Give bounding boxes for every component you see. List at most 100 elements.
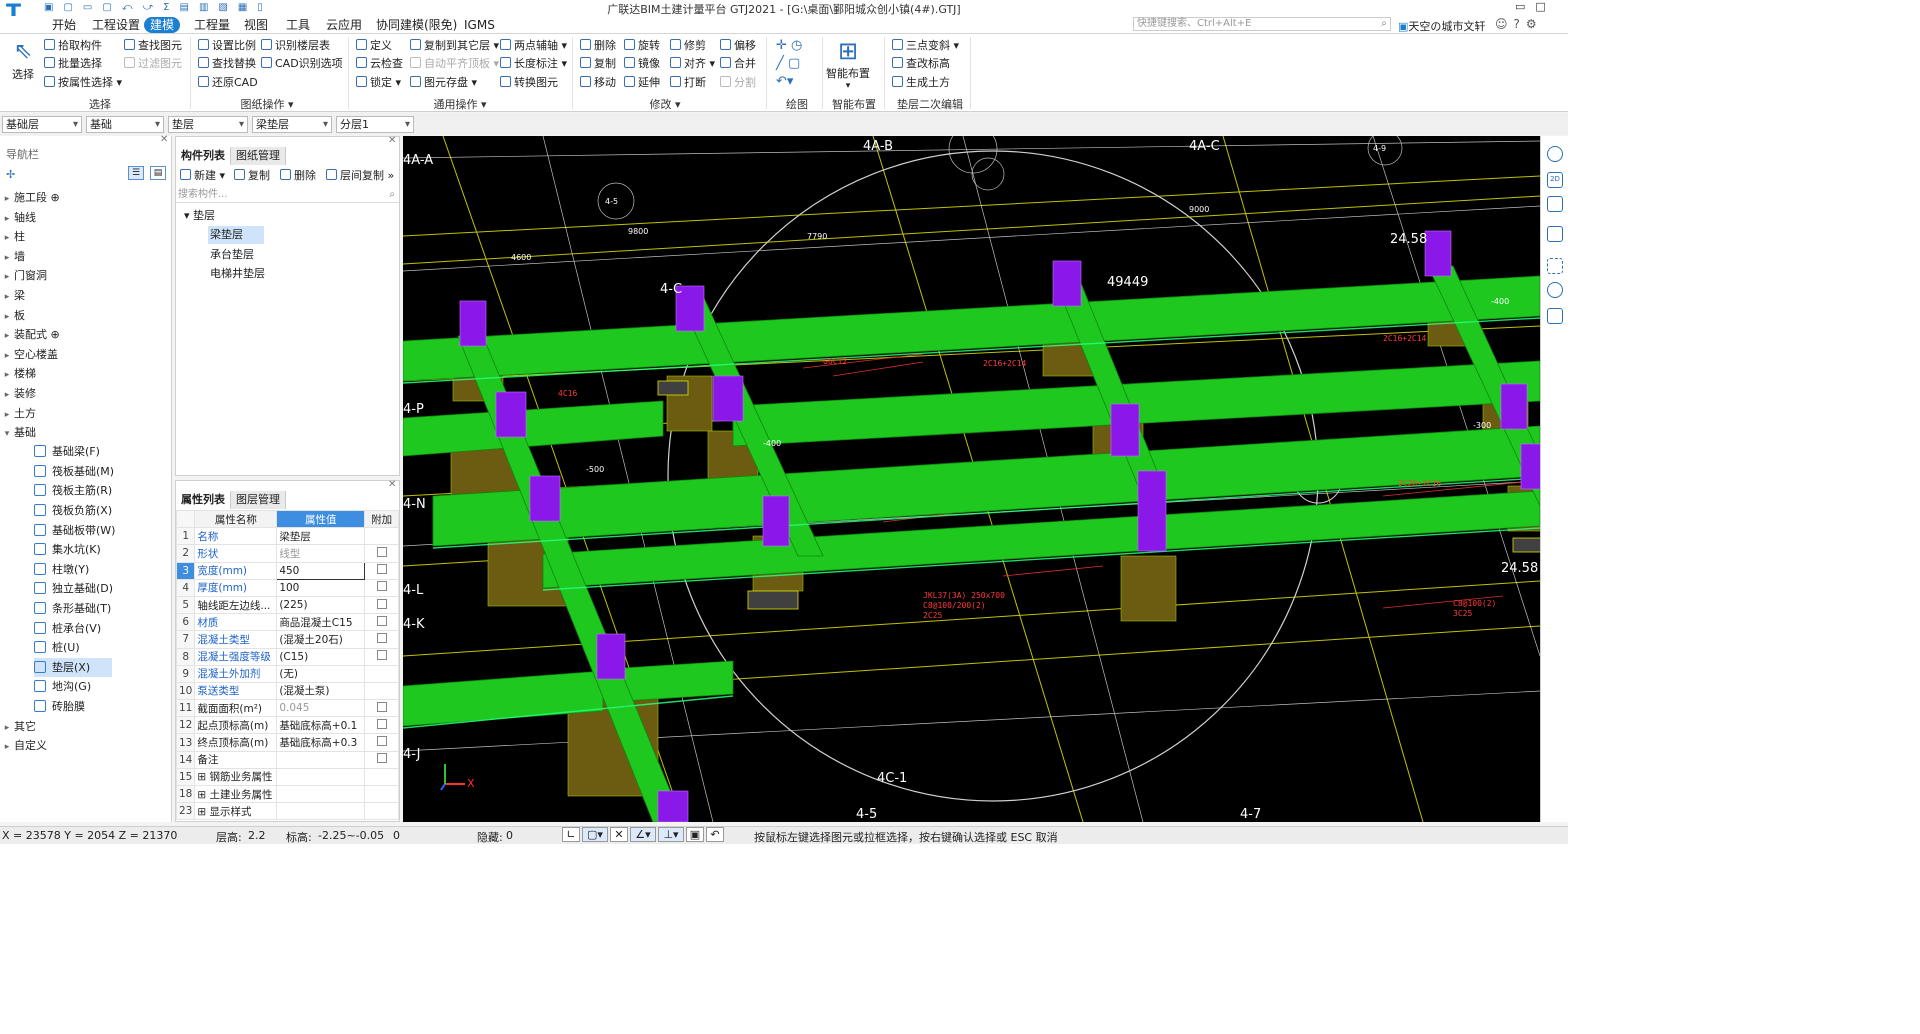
property-row[interactable]: 14 备注 [175, 750, 399, 769]
select-by-property-button[interactable]: 按属性选择 ▾ [44, 74, 122, 91]
list-view-icon[interactable]: ☰ [128, 166, 144, 180]
attach-checkbox[interactable] [376, 546, 387, 557]
snap-icon[interactable]: ⊥▾ [658, 827, 684, 842]
tab-quantities[interactable]: 工程量 [188, 17, 236, 33]
cloud-check-button[interactable]: 云检查 [356, 55, 403, 72]
property-value[interactable] [276, 767, 366, 787]
property-value[interactable]: 基础底标高+0.1 [276, 716, 366, 735]
tab-view[interactable]: 视图 [238, 17, 274, 33]
lock-button[interactable]: 锁定 ▾ [356, 74, 401, 91]
tab-collab[interactable]: 协同建模(限免) [370, 17, 463, 33]
save-element-button[interactable]: 图元存盘 ▾ [410, 74, 477, 91]
nav-sub-sump[interactable]: 集水坑(K) [34, 540, 101, 559]
property-value[interactable]: 100 [276, 578, 366, 597]
angle-icon[interactable]: ∠▾ [630, 827, 656, 842]
filter-element-button[interactable]: 过滤图元 [124, 55, 182, 72]
nav-sub-raft-neg-rebar[interactable]: 筏板负筋(X) [34, 501, 112, 520]
nav-item-slab[interactable]: ▸ 板 [0, 306, 25, 325]
property-value[interactable]: (混凝土20石) [276, 630, 366, 649]
property-row[interactable]: 12 起点顶标高(m) 基础底标高+0.1 [175, 716, 399, 735]
tab-igms[interactable]: IGMS [458, 17, 501, 33]
rotate-button[interactable]: 旋转 [624, 37, 660, 54]
nav-item-door-window[interactable]: ▸ 门窗洞 [0, 266, 47, 285]
define-button[interactable]: 定义 [356, 37, 392, 54]
delete-button[interactable]: 删除 [580, 37, 616, 54]
attach-checkbox[interactable] [376, 581, 387, 592]
nav-item-wall[interactable]: ▸ 墙 [0, 247, 25, 266]
layer-select[interactable]: 分层1 [336, 116, 414, 133]
property-value[interactable] [276, 750, 366, 769]
ortho-icon[interactable]: ∟ [562, 827, 580, 842]
nav-sub-cushion[interactable]: 垫层(X) [34, 658, 112, 677]
panel-close-icon[interactable]: ✕ [388, 479, 396, 490]
nav-item-column[interactable]: ▸ 柱 [0, 227, 25, 246]
help-icons[interactable]: ☺?⚙︎ [1495, 17, 1543, 31]
copy-to-floor-button[interactable]: 复制到其它层 ▾ [410, 37, 499, 54]
three-point-slope-button[interactable]: 三点变斜 ▾ [892, 37, 959, 54]
nav-item-decoration[interactable]: ▸ 装修 [0, 384, 36, 403]
snap-toolbar[interactable]: ∟ ▢▾ ✕ ∠▾ ⊥▾ ▣ ↶ [562, 827, 748, 843]
arc-icon[interactable]: ↶ [706, 827, 724, 842]
tab-tools[interactable]: 工具 [280, 17, 316, 33]
nav-item-prefab[interactable]: ▸ 装配式 ⊕ [0, 325, 60, 344]
convert-element-button[interactable]: 转换图元 [500, 74, 558, 91]
tab-drawing-management[interactable]: 图纸管理 [231, 147, 286, 165]
mirror-button[interactable]: 镜像 [624, 55, 660, 72]
nav-item-hollow-floor[interactable]: ▸ 空心楼盖 [0, 345, 58, 364]
attach-cell[interactable] [364, 630, 399, 649]
panel-close-icon[interactable]: ✕ [388, 135, 396, 146]
property-value[interactable]: 450 [276, 561, 366, 580]
floor-select[interactable]: 基础层 [2, 116, 82, 133]
type-select[interactable]: 垫层 [168, 116, 248, 133]
attach-cell[interactable] [364, 733, 399, 752]
nav-item-other[interactable]: ▸ 其它 [0, 717, 36, 736]
align-button[interactable]: 对齐 ▾ [670, 55, 715, 72]
tab-cloud[interactable]: 云应用 [320, 17, 368, 33]
attach-cell[interactable] [364, 544, 399, 563]
search-box[interactable]: 快捷键搜索、Ctrl+Alt+E ⌕ [1133, 17, 1391, 31]
property-row[interactable]: 11 截面面积(m²) 0.045 [175, 699, 399, 718]
property-row[interactable]: 18 ⊞ 土建业务属性 [175, 784, 399, 804]
find-replace-button[interactable]: 查找替换 [198, 55, 256, 72]
nav-sub-isolated-footing[interactable]: 独立基础(D) [34, 579, 113, 598]
smart-layout-button[interactable]: ⊞ 智能布置 ▾ [826, 37, 870, 91]
view-box-icon[interactable] [1547, 226, 1563, 242]
category-select[interactable]: 基础 [86, 116, 164, 133]
attach-cell[interactable] [364, 716, 399, 735]
nav-item-axis[interactable]: ▸ 轴线 [0, 208, 36, 227]
component-item[interactable]: 梁垫层 [208, 226, 264, 244]
nav-item-foundation[interactable]: ▾ 基础 [0, 423, 36, 442]
property-value[interactable]: (混凝土泵) [276, 681, 366, 701]
attach-checkbox[interactable] [376, 718, 387, 729]
nav-item-custom[interactable]: ▸ 自定义 [0, 736, 47, 755]
nav-sub-slab-strip[interactable]: 基础板带(W) [34, 521, 115, 540]
property-row[interactable]: 2 形状 线型 [175, 544, 399, 563]
user-name[interactable]: ▣天空の城市文轩 [1398, 18, 1485, 34]
offset-button[interactable]: 偏移 [720, 37, 756, 54]
property-value[interactable] [276, 802, 366, 821]
property-value[interactable]: (C15) [276, 647, 366, 666]
dynamic-view-icon[interactable] [1547, 282, 1563, 298]
nav-item-construction-section[interactable]: ▸ 施工段 ⊕ [0, 188, 60, 207]
copy-button[interactable]: 复制 [580, 55, 616, 72]
length-dimension-button[interactable]: 长度标注 ▾ [500, 55, 567, 72]
attach-checkbox[interactable] [376, 598, 387, 609]
find-element-button[interactable]: 查找图元 [124, 37, 182, 54]
attach-cell[interactable] [364, 595, 399, 615]
view-2d-icon[interactable]: 2D [1547, 172, 1563, 188]
attach-cell[interactable] [364, 613, 399, 632]
view-orbit-icon[interactable] [1547, 146, 1563, 162]
attach-cell[interactable] [364, 647, 399, 666]
extend-button[interactable]: 延伸 [624, 74, 660, 91]
close-icon[interactable]: ✕ [160, 134, 168, 145]
move-button[interactable]: 移动 [580, 74, 616, 91]
display-icon[interactable]: ▣ [686, 827, 704, 842]
group-common-label[interactable]: 通用操作 ▾ [420, 96, 500, 112]
component-search-input[interactable]: 搜索构件... ⌕ [176, 187, 399, 203]
identify-floor-table-button[interactable]: 识别楼层表 [261, 37, 330, 54]
set-scale-button[interactable]: 设置比例 [198, 37, 256, 54]
tab-project-settings[interactable]: 工程设置 [86, 17, 146, 33]
property-row[interactable]: 5 轴线距左边线... (225) [175, 595, 399, 615]
break-button[interactable]: 打断 [670, 74, 706, 91]
property-value[interactable]: 梁垫层 [276, 527, 366, 546]
